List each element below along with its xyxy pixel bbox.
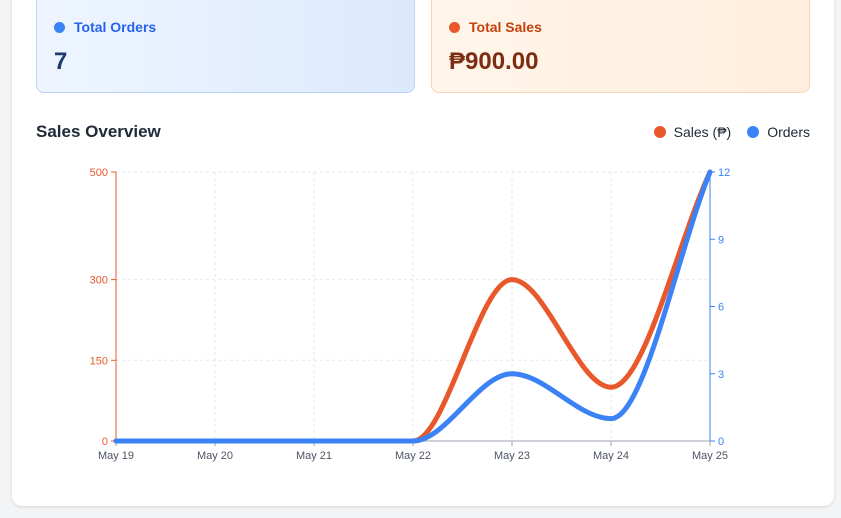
- y-right-tick-label: 9: [718, 234, 724, 246]
- y-right-tick-label: 12: [718, 167, 730, 179]
- y-left-tick-label: 150: [90, 355, 108, 367]
- y-right-tick-label: 3: [718, 369, 724, 381]
- x-tick-label: May 24: [593, 450, 629, 462]
- x-tick-label: May 23: [494, 450, 530, 462]
- y-left-tick-label: 300: [90, 275, 108, 287]
- y-right-tick-label: 6: [718, 302, 724, 314]
- x-tick-label: May 19: [98, 450, 134, 462]
- sales-overview-chart: 0 150 300 500 0 3 6 9 12 May 19 May 20 May 21 May 22…: [90, 167, 731, 462]
- y-right-tick-label: 0: [718, 436, 724, 448]
- x-tick-label: May 20: [197, 450, 233, 462]
- x-tick-label: May 25: [692, 450, 728, 462]
- x-tick-label: May 21: [296, 450, 332, 462]
- y-left-tick-label: 500: [90, 167, 108, 179]
- x-tick-label: May 22: [395, 450, 431, 462]
- y-left-tick-label: 0: [102, 436, 108, 448]
